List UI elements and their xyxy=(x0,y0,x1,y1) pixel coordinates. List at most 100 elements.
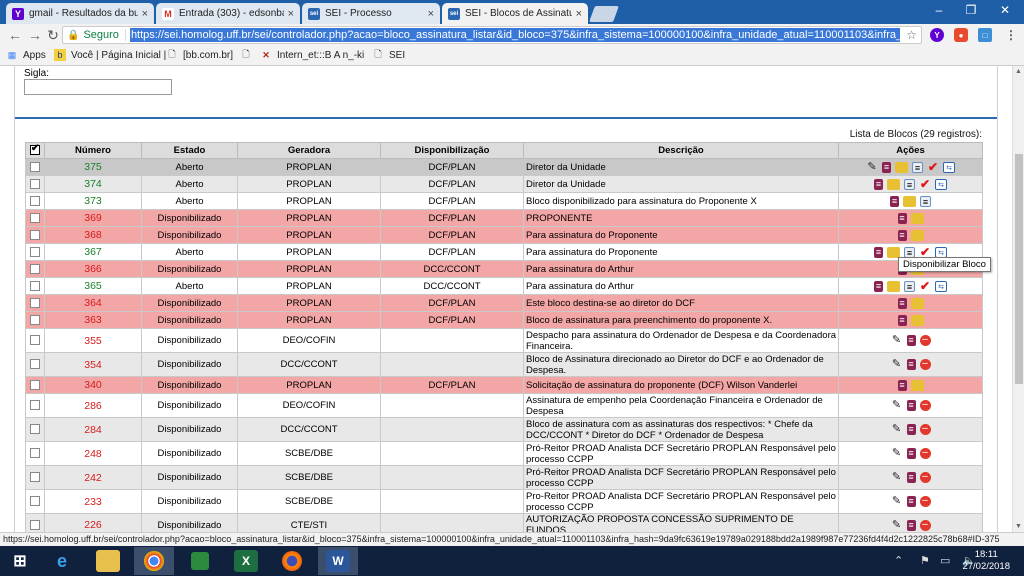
new-tab-button[interactable] xyxy=(589,6,619,22)
tab-gmail-search[interactable]: Y gmail - Resultados da bu × xyxy=(6,3,154,24)
row-checkbox-cell[interactable] xyxy=(25,417,45,442)
row-checkbox-cell[interactable] xyxy=(25,294,45,312)
document-icon[interactable]: ≡ xyxy=(904,280,915,292)
row-checkbox[interactable] xyxy=(30,400,40,411)
address-bar[interactable]: 🔒 Seguro https://sei.homolog.uff.br/sei/… xyxy=(62,26,922,44)
table-row[interactable]: 226 Disponibilizado CTE/STI AUTORIZAÇÃO PRO… xyxy=(25,513,983,532)
bookmark-voce[interactable]: b Você | Página Inicial | xyxy=(54,49,166,61)
edit-icon[interactable]: ✎ xyxy=(866,161,878,173)
row-checkbox[interactable] xyxy=(30,519,40,530)
row-number[interactable]: 366 xyxy=(44,260,142,278)
remove-icon[interactable]: – xyxy=(919,472,931,483)
col-descricao[interactable]: Descrição xyxy=(523,142,839,159)
row-checkbox-cell[interactable] xyxy=(25,465,45,490)
send-icon[interactable]: ⇆ xyxy=(935,178,947,190)
row-number[interactable]: 355 xyxy=(44,328,142,353)
remove-icon[interactable]: – xyxy=(919,519,931,531)
row-number[interactable]: 226 xyxy=(44,513,142,532)
scroll-up-icon[interactable]: ▲ xyxy=(1015,68,1022,75)
table-row[interactable]: 248 Disponibilizado SCBE/DBE Pró-Reitor PRO… xyxy=(25,441,983,466)
edit-icon[interactable]: ✎ xyxy=(891,400,903,411)
tab-inbox[interactable]: M Entrada (303) - edsonbat × xyxy=(156,3,300,24)
row-checkbox[interactable] xyxy=(30,297,40,308)
folder-icon[interactable] xyxy=(910,379,924,391)
row-number[interactable]: 233 xyxy=(44,489,142,514)
extension-square-icon[interactable]: □ xyxy=(978,28,992,42)
ie-icon[interactable]: e xyxy=(42,547,82,575)
edit-icon[interactable]: ✎ xyxy=(891,335,903,346)
row-number[interactable]: 373 xyxy=(44,192,142,210)
row-checkbox-cell[interactable] xyxy=(25,489,45,514)
make-available-icon[interactable]: ✔ xyxy=(919,246,931,258)
back-icon[interactable]: ← xyxy=(6,27,24,43)
row-checkbox-cell[interactable] xyxy=(25,352,45,377)
edit-icon[interactable]: ✎ xyxy=(891,448,903,459)
folder-icon[interactable] xyxy=(910,212,924,224)
make-available-icon[interactable]: ✔ xyxy=(919,178,931,190)
row-checkbox[interactable] xyxy=(30,379,40,390)
table-row[interactable]: 340 Disponibilizado PROPLAN DCF/PLAN Solicit… xyxy=(25,376,983,394)
document-icon[interactable]: ≡ xyxy=(920,195,931,207)
table-row[interactable]: 367 Aberto PROPLAN DCF/PLAN Para assinatura … xyxy=(25,243,983,261)
sign-icon[interactable]: ≡ xyxy=(874,246,883,258)
folder-icon[interactable] xyxy=(887,246,900,258)
row-checkbox[interactable] xyxy=(30,229,40,240)
row-checkbox-cell[interactable] xyxy=(25,393,45,418)
remove-icon[interactable]: – xyxy=(919,400,931,411)
row-number[interactable]: 340 xyxy=(44,376,142,394)
minimize-icon[interactable]: – xyxy=(924,0,954,20)
row-checkbox[interactable] xyxy=(30,263,40,274)
row-checkbox-cell[interactable] xyxy=(25,260,45,278)
sign-icon[interactable]: ≡ xyxy=(882,161,891,173)
store-icon[interactable] xyxy=(180,547,220,575)
document-icon[interactable]: ≡ xyxy=(904,246,915,258)
row-number[interactable]: 367 xyxy=(44,243,142,261)
sign-icon[interactable]: ≡ xyxy=(906,496,916,507)
row-checkbox-cell[interactable] xyxy=(25,209,45,227)
row-checkbox[interactable] xyxy=(30,359,40,370)
row-number[interactable]: 248 xyxy=(44,441,142,466)
col-numero[interactable]: Número xyxy=(44,142,142,159)
row-checkbox-cell[interactable] xyxy=(25,328,45,353)
row-number[interactable]: 284 xyxy=(44,417,142,442)
row-checkbox[interactable] xyxy=(30,178,40,189)
remove-icon[interactable]: – xyxy=(919,424,931,435)
sign-icon[interactable]: ≡ xyxy=(906,448,916,459)
table-row[interactable]: 242 Disponibilizado SCBE/DBE Pró-Reitor PRO… xyxy=(25,465,983,490)
folder-icon[interactable] xyxy=(910,229,924,241)
row-checkbox[interactable] xyxy=(30,448,40,459)
row-checkbox-cell[interactable] xyxy=(25,376,45,394)
folder-icon[interactable] xyxy=(910,314,924,326)
folder-icon[interactable] xyxy=(887,178,900,190)
select-all-checkbox[interactable] xyxy=(25,142,45,159)
table-row[interactable]: 364 Disponibilizado PROPLAN DCF/PLAN Este bl… xyxy=(25,294,983,312)
row-number[interactable]: 365 xyxy=(44,277,142,295)
tray-flag-icon[interactable]: ⚑ xyxy=(920,554,930,567)
row-checkbox-cell[interactable] xyxy=(25,513,45,532)
menu-icon[interactable]: ⋮ xyxy=(1004,28,1018,42)
row-checkbox[interactable] xyxy=(30,212,40,223)
table-row[interactable]: 366 Disponibilizado PROPLAN DCC/CCONT Para a… xyxy=(25,260,983,278)
row-checkbox[interactable] xyxy=(30,424,40,435)
remove-icon[interactable]: – xyxy=(919,496,931,507)
select-all-box[interactable] xyxy=(30,143,40,156)
edit-icon[interactable]: ✎ xyxy=(891,472,903,483)
excel-icon[interactable]: X xyxy=(226,547,266,575)
sign-icon[interactable]: ≡ xyxy=(906,472,916,483)
row-checkbox[interactable] xyxy=(30,280,40,291)
sign-icon[interactable]: ≡ xyxy=(874,178,883,190)
folder-icon[interactable] xyxy=(910,297,924,309)
network-icon[interactable]: ▭ xyxy=(940,554,950,567)
close-icon[interactable]: × xyxy=(142,8,148,20)
row-checkbox-cell[interactable] xyxy=(25,158,45,176)
explorer-icon[interactable] xyxy=(88,547,128,575)
firefox-icon[interactable] xyxy=(272,547,312,575)
send-icon[interactable]: ⇆ xyxy=(935,280,947,292)
sign-icon[interactable]: ≡ xyxy=(874,280,883,292)
close-icon[interactable]: × xyxy=(576,8,582,20)
edit-icon[interactable]: ✎ xyxy=(891,519,903,531)
bookmark-apps[interactable]: ▦ Apps xyxy=(6,49,46,61)
table-row[interactable]: 284 Disponibilizado DCC/CCONT Bloco de assi… xyxy=(25,417,983,442)
bookmark-bb[interactable]: 🗋 [bb.com.br] xyxy=(166,49,233,61)
row-checkbox[interactable] xyxy=(30,314,40,325)
